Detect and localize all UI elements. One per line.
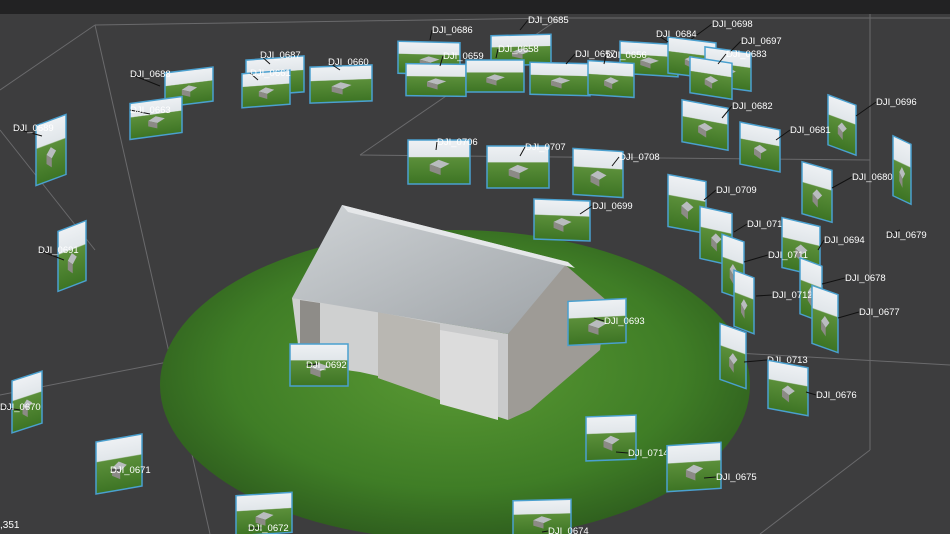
camera-label: DJI_0656 <box>606 50 647 61</box>
camera-label: DJI_0682 <box>732 101 773 112</box>
camera-label: DJI_0660 <box>328 57 369 68</box>
camera-label: DJI_0689 <box>13 123 54 134</box>
camera-label: DJI_0679 <box>886 230 927 241</box>
camera-label: DJI_0692 <box>306 360 347 371</box>
camera-label: DJI_0698 <box>712 19 753 30</box>
camera-thumbnail[interactable] <box>587 59 635 99</box>
camera-leader-line <box>733 223 748 233</box>
camera-label: DJI_0709 <box>716 185 757 196</box>
camera-label: DJI_0699 <box>592 201 633 212</box>
camera-label: DJI_0676 <box>816 390 857 401</box>
camera-label: DJI_0671 <box>110 465 151 476</box>
camera-leader-line <box>821 277 846 285</box>
camera-label: DJI_0663 <box>130 105 171 116</box>
camera-leader-line <box>743 359 768 363</box>
camera-leader-line <box>565 53 576 65</box>
camera-thumbnail[interactable] <box>767 359 809 417</box>
camera-label: DJI_0714 <box>628 448 669 459</box>
scene-canvas[interactable]: DJI_0685 DJI_0686 DJI_0698 DJI_0684 DJI_0697… <box>0 0 950 534</box>
camera-label: DJI_0675 <box>716 472 757 483</box>
camera-thumbnail[interactable] <box>689 55 733 101</box>
coordinate-readout: ,351 <box>0 520 20 531</box>
camera-leader-line <box>831 176 853 189</box>
camera-leader-line <box>743 254 769 263</box>
camera-label: DJI_0678 <box>845 273 886 284</box>
camera-label: DJI_0697 <box>741 36 782 47</box>
camera-label: DJI_0674 <box>548 526 589 534</box>
camera-label: DJI_0693 <box>604 316 645 327</box>
camera-label: DJI_0677 <box>859 307 900 318</box>
toolbar-strip <box>0 0 950 14</box>
camera-label: DJI_0712 <box>772 290 813 301</box>
camera-label: DJI_0696 <box>876 97 917 108</box>
camera-thumbnail[interactable] <box>681 98 729 152</box>
camera-label: DJI_0684 <box>656 29 697 40</box>
camera-leader-line <box>837 311 860 319</box>
camera-label: DJI_0694 <box>824 235 865 246</box>
camera-thumbnail[interactable] <box>801 160 833 224</box>
camera-thumbnail[interactable] <box>892 134 912 206</box>
camera-thumbnail[interactable] <box>405 62 467 98</box>
camera-label: DJI_0680 <box>852 172 893 183</box>
camera-thumbnail[interactable] <box>129 95 183 141</box>
camera-thumbnail[interactable] <box>572 147 624 199</box>
camera-leader-line <box>755 294 773 297</box>
camera-label: DJI_0706 <box>437 137 478 148</box>
camera-leader-line <box>519 19 529 31</box>
camera-label: DJI_0686 <box>432 25 473 36</box>
camera-label: DJI_0661 <box>250 68 291 79</box>
camera-thumbnail[interactable] <box>739 121 781 173</box>
camera-label: DJI_0658 <box>498 44 539 55</box>
camera-label: DJI_0683 <box>726 49 767 60</box>
camera-label: DJI_0670 <box>0 402 41 413</box>
camera-label: DJI_0685 <box>528 15 569 26</box>
camera-label: DJI_0707 <box>525 142 566 153</box>
camera-label: DJI_0691 <box>38 245 79 256</box>
3d-viewport[interactable]: DJI_0685 DJI_0686 DJI_0698 DJI_0684 DJI_0697… <box>0 0 950 534</box>
camera-label: DJI_0681 <box>790 125 831 136</box>
camera-thumbnail[interactable] <box>309 64 373 104</box>
camera-label: DJI_0708 <box>619 152 660 163</box>
camera-thumbnail[interactable] <box>465 59 525 93</box>
camera-thumbnail[interactable] <box>719 322 747 390</box>
camera-label: DJI_0687 <box>260 50 301 61</box>
camera-thumbnail[interactable] <box>529 61 591 97</box>
camera-thumbnail[interactable] <box>827 93 857 157</box>
camera-thumbnail[interactable] <box>733 269 755 335</box>
camera-thumbnail[interactable] <box>57 219 87 293</box>
camera-leader-line <box>855 101 877 117</box>
camera-thumbnail[interactable] <box>811 284 839 354</box>
camera-label: DJI_0672 <box>248 523 289 534</box>
camera-thumbnail[interactable] <box>666 441 722 493</box>
camera-thumbnail[interactable] <box>95 433 143 495</box>
camera-label: DJI_0688 <box>130 69 171 80</box>
camera-thumbnail[interactable] <box>533 198 591 242</box>
